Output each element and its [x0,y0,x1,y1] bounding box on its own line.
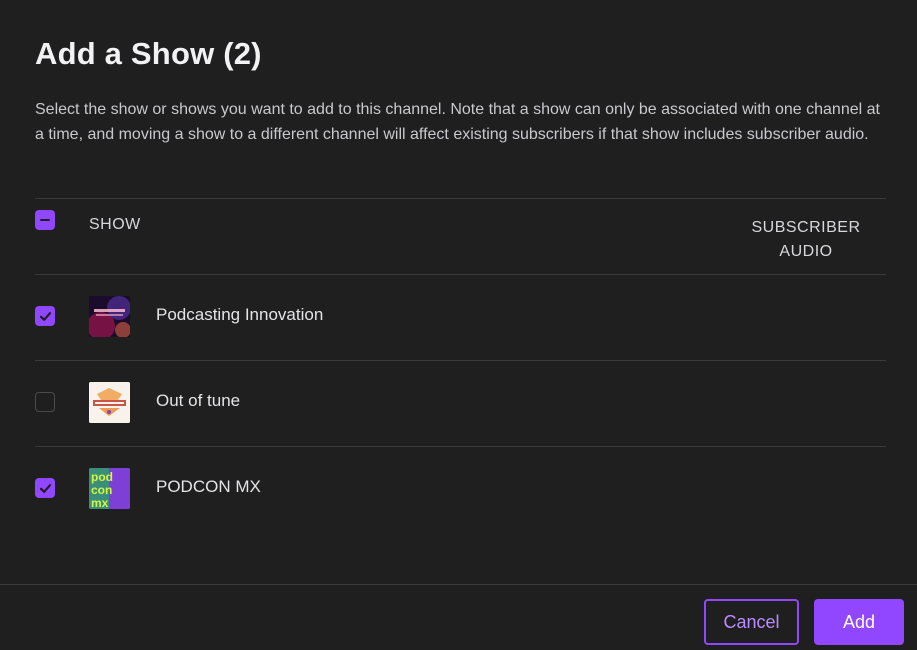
podcon-mx-artwork-icon: pod con mx [89,468,130,509]
table-row: Podcasting Innovation [35,275,886,360]
podcasting-innovation-artwork-icon [89,296,130,337]
show-name-label: Podcasting Innovation [156,305,324,324]
select-all-checkbox[interactable] [35,210,55,230]
check-icon [39,483,51,493]
podcon-logo-line2: con [91,483,112,497]
row-checkbox-podcasting-innovation[interactable] [35,306,55,326]
row-checkbox-podcon-mx[interactable] [35,478,55,498]
show-name-label: Out of tune [156,391,241,410]
row-checkbox-out-of-tune[interactable] [35,392,55,412]
table-row: Out of tune [35,361,886,446]
check-icon [39,311,51,321]
shows-table: SHOW SUBSCRIBER AUDIO Podcasting Innovat… [35,198,886,532]
show-name-label: PODCON MX [156,477,261,496]
table-row: pod con mx PODCON MX [35,447,886,532]
column-header-show: SHOW [89,216,141,233]
podcon-logo-line1: pod [91,470,113,484]
column-header-subscriber-audio: SUBSCRIBER AUDIO [751,216,861,264]
add-button[interactable]: Add [814,599,904,645]
podcon-logo-line3: mx [91,496,109,509]
dialog-title: Add a Show (2) [35,36,262,71]
out-of-tune-artwork-icon [89,382,130,423]
footer-divider [0,584,917,585]
add-show-dialog: Add a Show (2) Select the show or shows … [0,0,917,650]
dialog-description: Select the show or shows you want to add… [35,101,880,143]
column-header-subscriber-audio-line1: SUBSCRIBER [751,219,861,236]
cancel-button[interactable]: Cancel [704,599,799,645]
table-header-row: SHOW SUBSCRIBER AUDIO [35,199,886,274]
indeterminate-dash-icon [40,219,50,221]
column-header-subscriber-audio-line2: AUDIO [779,243,833,260]
